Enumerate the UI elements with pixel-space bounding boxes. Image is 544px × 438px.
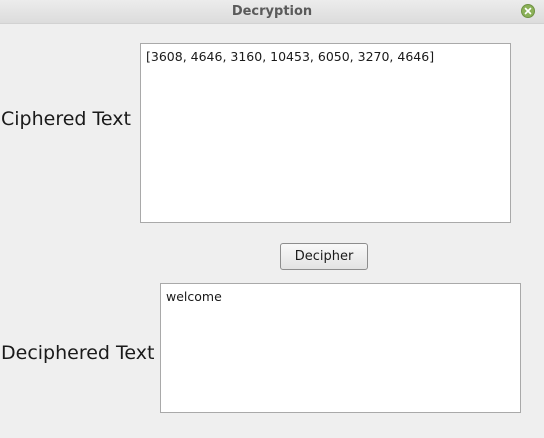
deciphered-text-label: Deciphered Text (1, 342, 155, 364)
close-button[interactable] (521, 4, 535, 18)
decryption-window: Decryption Ciphered Text [3608, 4646, 31… (0, 0, 544, 438)
ciphered-text-label: Ciphered Text (1, 108, 131, 130)
ciphered-text-area[interactable]: [3608, 4646, 3160, 10453, 6050, 3270, 46… (140, 43, 511, 223)
window-title: Decryption (231, 4, 313, 19)
title-bar[interactable]: Decryption (0, 0, 544, 24)
close-icon (524, 7, 532, 15)
decipher-button[interactable]: Decipher (280, 243, 368, 270)
deciphered-text-area[interactable]: welcome (160, 283, 521, 413)
